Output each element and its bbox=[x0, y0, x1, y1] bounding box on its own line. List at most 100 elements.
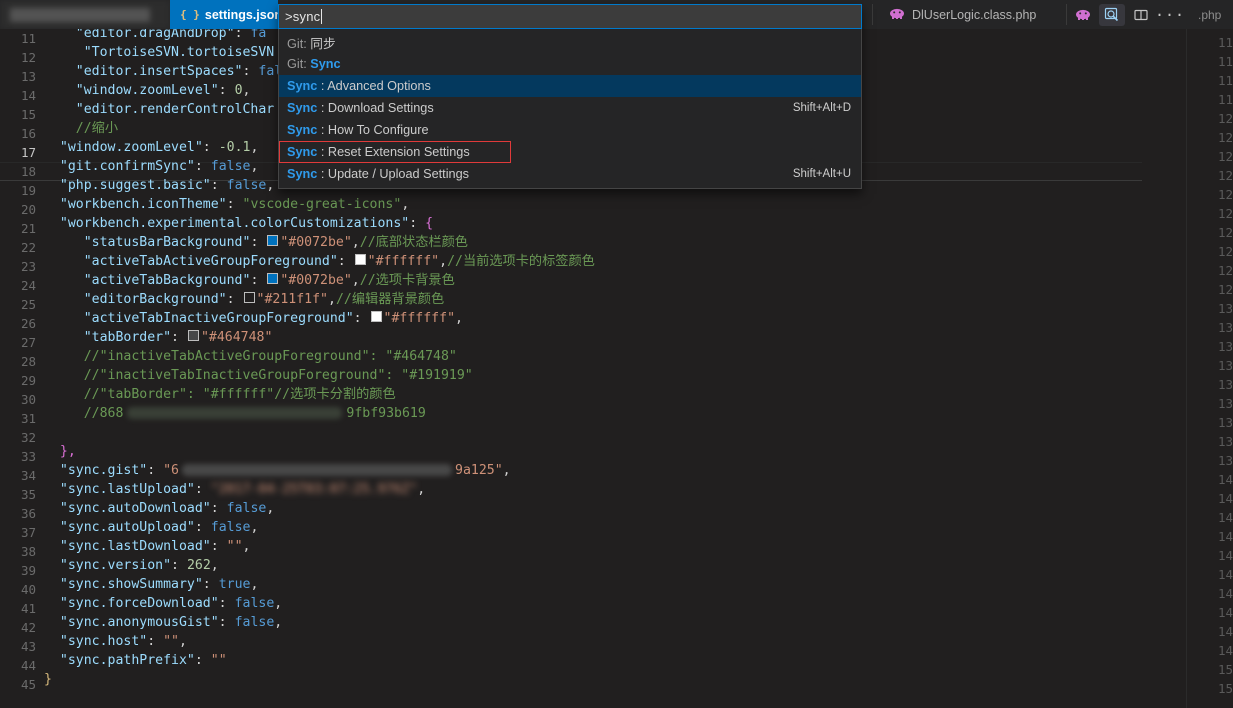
line-number: 18 bbox=[20, 164, 36, 179]
editor-secondary-pane[interactable]: 11 11 11 11 12 12 12 12 12 12 12 12 12 1… bbox=[1186, 29, 1233, 708]
command-item-git-sync-zh[interactable]: Git: 同步 bbox=[279, 31, 861, 53]
item-label: : How To Configure bbox=[317, 123, 429, 137]
color-swatch bbox=[243, 292, 255, 303]
line-number: 12 bbox=[1217, 149, 1233, 164]
color-swatch bbox=[370, 311, 382, 322]
line-number: 34 bbox=[20, 468, 36, 483]
line-number: 24 bbox=[20, 278, 36, 293]
tab-settings-json[interactable]: { } settings.json bbox=[170, 0, 278, 29]
line-number: 11 bbox=[1217, 92, 1233, 107]
line-number: 12 bbox=[1217, 111, 1233, 126]
code-line: "sync.autoUpload": false, bbox=[44, 520, 259, 535]
open-preview-icon[interactable] bbox=[1099, 3, 1125, 26]
search-input[interactable]: >sync bbox=[285, 9, 323, 24]
tab-label: .php bbox=[1198, 7, 1222, 22]
line-number: 28 bbox=[20, 354, 36, 369]
line-number: 29 bbox=[20, 373, 36, 388]
code-line: "workbench.experimental.colorCustomizati… bbox=[44, 216, 434, 231]
code-line: "sync.host": "", bbox=[44, 634, 187, 649]
command-item-git-sync[interactable]: Git: Sync bbox=[279, 53, 861, 75]
code-line: "sync.gist": "6 9a125", bbox=[44, 463, 511, 478]
line-number: 15 bbox=[1217, 662, 1233, 677]
item-label: : Advanced Options bbox=[317, 79, 431, 93]
code-line: "sync.forceDownload": false, bbox=[44, 596, 283, 611]
line-number: 12 bbox=[1217, 282, 1233, 297]
line-number: 11 bbox=[1217, 54, 1233, 69]
line-number: 12 bbox=[1217, 225, 1233, 240]
line-number: 37 bbox=[20, 525, 36, 540]
code-line: "editorBackground": "#211f1f",//编辑器背景颜色 bbox=[44, 292, 445, 307]
line-number-gutter: 11 12 13 14 15 16 17 18 19 20 21 22 23 2… bbox=[0, 29, 40, 708]
item-prefix: Sync bbox=[287, 123, 318, 137]
line-number: 26 bbox=[20, 316, 36, 331]
editor-action-bar: ··· bbox=[1070, 0, 1184, 29]
line-number: 15 bbox=[1217, 681, 1233, 696]
line-number: 15 bbox=[20, 107, 36, 122]
redacted-label bbox=[10, 7, 150, 22]
code-line: //缩小 bbox=[44, 121, 119, 136]
command-palette-input-row[interactable]: >sync bbox=[278, 4, 862, 29]
command-item-sync-advanced-options[interactable]: Sync : Advanced Options bbox=[279, 75, 861, 97]
line-number: 13 bbox=[20, 69, 36, 84]
line-number: 43 bbox=[20, 639, 36, 654]
code-line: "git.confirmSync": false, bbox=[44, 159, 259, 174]
item-prefix: Sync bbox=[287, 101, 318, 115]
command-palette-list[interactable]: Git: 同步 Git: Sync Sync : Advanced Option… bbox=[278, 29, 862, 189]
json-braces-icon: { } bbox=[180, 8, 200, 21]
code-line: "sync.anonymousGist": false, bbox=[44, 615, 283, 630]
command-palette[interactable]: >sync Git: 同步 Git: Sync Sync : Advanced … bbox=[278, 4, 862, 189]
line-number: 32 bbox=[20, 430, 36, 445]
item-label: : Update / Upload Settings bbox=[317, 167, 469, 181]
command-item-sync-update-upload-settings[interactable]: Sync : Update / Upload Settings Shift+Al… bbox=[279, 163, 861, 185]
item-prefix: Sync bbox=[287, 145, 318, 159]
command-item-sync-download-settings[interactable]: Sync : Download Settings Shift+Alt+D bbox=[279, 97, 861, 119]
tab-redacted[interactable] bbox=[0, 0, 170, 29]
split-editor-icon[interactable] bbox=[1128, 4, 1154, 26]
item-prefix: Git: bbox=[287, 36, 307, 51]
line-number: 33 bbox=[20, 449, 36, 464]
text-cursor bbox=[321, 9, 323, 24]
line-number: 14 bbox=[1217, 510, 1233, 525]
color-swatch bbox=[187, 330, 199, 341]
item-label: : Reset Extension Settings bbox=[317, 145, 470, 159]
line-number: 12 bbox=[1217, 263, 1233, 278]
line-number: 14 bbox=[1217, 548, 1233, 563]
tab-dluserlogic-php[interactable]: DlUserLogic.class.php bbox=[880, 0, 1070, 29]
redacted-token bbox=[182, 464, 452, 476]
line-number: 23 bbox=[20, 259, 36, 274]
line-number: 12 bbox=[20, 50, 36, 65]
item-label: 同步 bbox=[306, 36, 336, 51]
item-prefix: Git: bbox=[287, 57, 307, 71]
line-number: 14 bbox=[1217, 529, 1233, 544]
line-number: 11 bbox=[1217, 73, 1233, 88]
code-line: //"tabBorder": "#ffffff"//选项卡分割的颜色 bbox=[44, 387, 396, 402]
tab-divider bbox=[1066, 4, 1067, 25]
vscode-window: { } settings.json DlUserLogic.class.php … bbox=[0, 0, 1233, 708]
line-number: 19 bbox=[20, 183, 36, 198]
code-line: "editor.renderControlChar bbox=[44, 102, 275, 117]
line-number: 14 bbox=[1217, 472, 1233, 487]
line-number: 12 bbox=[1217, 187, 1233, 202]
code-line: //"inactiveTabInactiveGroupForeground": … bbox=[44, 368, 473, 383]
item-prefix: Sync bbox=[287, 79, 318, 93]
line-number: 45 bbox=[20, 677, 36, 692]
line-number: 40 bbox=[20, 582, 36, 597]
tab-trailing-php[interactable]: .php bbox=[1196, 0, 1233, 29]
line-number: 38 bbox=[20, 544, 36, 559]
line-number: 14 bbox=[1217, 624, 1233, 639]
code-line: "sync.autoDownload": false, bbox=[44, 501, 275, 516]
line-number: 44 bbox=[20, 658, 36, 673]
command-item-sync-how-to-configure[interactable]: Sync : How To Configure bbox=[279, 119, 861, 141]
command-item-sync-reset-extension-settings[interactable]: Sync : Reset Extension Settings bbox=[279, 141, 861, 163]
more-actions-icon[interactable]: ··· bbox=[1155, 4, 1184, 26]
color-swatch bbox=[354, 254, 366, 265]
code-line: "sync.pathPrefix": "" bbox=[44, 653, 227, 668]
line-number: 14 bbox=[1217, 643, 1233, 658]
line-number: 31 bbox=[20, 411, 36, 426]
line-number: 30 bbox=[20, 392, 36, 407]
code-line: "workbench.iconTheme": "vscode-great-ico… bbox=[44, 197, 410, 212]
line-number: 13 bbox=[1217, 396, 1233, 411]
php-elephant-icon bbox=[890, 8, 905, 22]
item-keybinding: Shift+Alt+D bbox=[792, 102, 851, 114]
item-label: : Download Settings bbox=[317, 101, 434, 115]
